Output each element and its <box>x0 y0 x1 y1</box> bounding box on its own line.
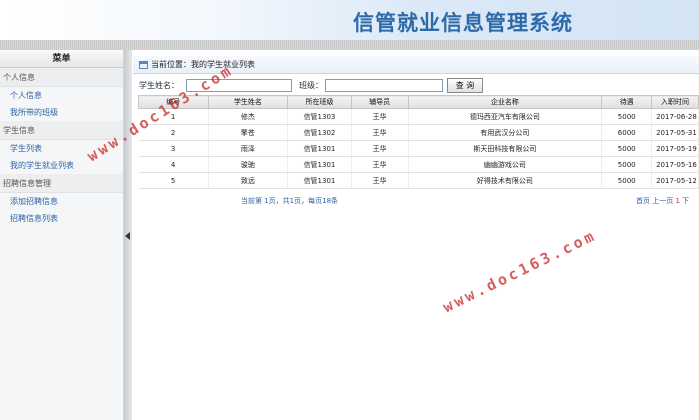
cell-id: 3 <box>138 140 209 157</box>
cell-salary: 5000 <box>601 108 653 125</box>
cell-company: 有用武汉分公司 <box>408 124 603 141</box>
cell-salary: 5000 <box>601 172 653 189</box>
table-row: 4 骏驰 信管1301 王华 幽幽游戏公司 5000 2017-05-16 <box>138 156 699 173</box>
table-row: 5 致远 信管1301 王华 好得技术有限公司 5000 2017-05-12 <box>138 172 699 189</box>
cell-student-name: 擎苍 <box>208 124 289 141</box>
cell-hire-date: 2017-05-12 <box>651 172 699 189</box>
breadcrumb-text: 当前位置：我的学生就业列表 <box>151 60 255 69</box>
cell-student-name: 修杰 <box>208 108 289 125</box>
sidebar-item-my-classes[interactable]: 我所带的班级 <box>0 104 123 121</box>
pagination-links: 首页 上一页 1 下 <box>636 196 689 206</box>
pagination-summary: 当前第 1页，共1页，每页18条 <box>241 197 339 205</box>
sidebar-item-my-student-employment[interactable]: 我的学生就业列表 <box>0 157 123 174</box>
table-header-row: 编号 学生姓名 所在班级 辅导员 企业名称 待遇 入职时间 <box>138 95 699 109</box>
cell-company: 斯天田科技有限公司 <box>408 140 603 157</box>
column-header: 企业名称 <box>407 95 603 109</box>
sidebar-title: 菜单 <box>0 50 123 68</box>
sidebar-group-personal[interactable]: 个人信息 <box>0 68 123 87</box>
class-label: 班级： <box>299 81 323 90</box>
window-icon <box>139 61 148 69</box>
cell-student-name: 致远 <box>208 172 289 189</box>
table-row: 3 雨泽 信管1301 王华 斯天田科技有限公司 5000 2017-05-19 <box>138 140 699 157</box>
cell-counselor: 王华 <box>351 140 409 157</box>
column-header: 所在班级 <box>287 95 352 109</box>
app-header: 信管就业信息管理系统 <box>0 0 699 40</box>
column-header: 入职时间 <box>651 95 699 109</box>
header-divider <box>0 40 699 50</box>
cell-salary: 5000 <box>601 140 653 157</box>
cell-id: 5 <box>138 172 209 189</box>
cell-student-name: 雨泽 <box>208 140 289 157</box>
class-input[interactable] <box>325 79 443 92</box>
sidebar-item-recruitment-list[interactable]: 招聘信息列表 <box>0 210 123 227</box>
cell-id: 4 <box>138 156 209 173</box>
cell-counselor: 王华 <box>351 124 409 141</box>
cell-hire-date: 2017-05-16 <box>651 156 699 173</box>
cell-student-name: 骏驰 <box>208 156 289 173</box>
cell-company: 德玛西亚汽车有限公司 <box>408 108 603 125</box>
cell-salary: 5000 <box>601 156 653 173</box>
cell-counselor: 王华 <box>351 108 409 125</box>
main-content: 当前位置：我的学生就业列表 学生姓名： 班级： 查 询 编号 学生姓名 所在班级… <box>133 50 699 420</box>
table-row: 1 修杰 信管1303 王华 德玛西亚汽车有限公司 5000 2017-06-2… <box>138 108 699 125</box>
sidebar-item-add-recruitment[interactable]: 添加招聘信息 <box>0 193 123 210</box>
search-button[interactable]: 查 询 <box>447 78 483 93</box>
column-header: 学生姓名 <box>207 95 289 109</box>
cell-company: 幽幽游戏公司 <box>408 156 603 173</box>
column-header: 待遇 <box>601 95 653 109</box>
cell-counselor: 王华 <box>351 156 409 173</box>
column-header: 辅导员 <box>350 95 409 109</box>
cell-class: 信管1301 <box>287 140 352 157</box>
sidebar: 菜单 个人信息 个人信息 我所带的班级 学生信息 学生列表 我的学生就业列表 招… <box>0 50 124 420</box>
app-title: 信管就业信息管理系统 <box>353 10 573 35</box>
cell-class: 信管1302 <box>287 124 352 141</box>
cell-counselor: 王华 <box>351 172 409 189</box>
employment-table: 编号 学生姓名 所在班级 辅导员 企业名称 待遇 入职时间 1 修杰 信管130… <box>138 95 699 189</box>
first-page-link[interactable]: 首页 <box>636 197 650 205</box>
cell-class: 信管1301 <box>287 156 352 173</box>
cell-hire-date: 2017-06-28 <box>651 108 699 125</box>
next-page-link[interactable]: 下 <box>682 197 689 205</box>
table-row: 2 擎苍 信管1302 王华 有用武汉分公司 6000 2017-05-31 <box>138 124 699 141</box>
collapse-arrow-icon[interactable] <box>125 232 130 240</box>
cell-salary: 6000 <box>601 124 653 141</box>
student-name-label: 学生姓名： <box>139 81 179 90</box>
sidebar-item-personal-info[interactable]: 个人信息 <box>0 87 123 104</box>
cell-company: 好得技术有限公司 <box>408 172 603 189</box>
prev-page-link[interactable]: 上一页 <box>652 197 673 205</box>
cell-hire-date: 2017-05-19 <box>651 140 699 157</box>
cell-class: 信管1301 <box>287 172 352 189</box>
cell-hire-date: 2017-05-31 <box>651 124 699 141</box>
sidebar-group-recruitment[interactable]: 招聘信息管理 <box>0 174 123 193</box>
page-1-link[interactable]: 1 <box>675 197 679 205</box>
cell-class: 信管1303 <box>287 108 352 125</box>
